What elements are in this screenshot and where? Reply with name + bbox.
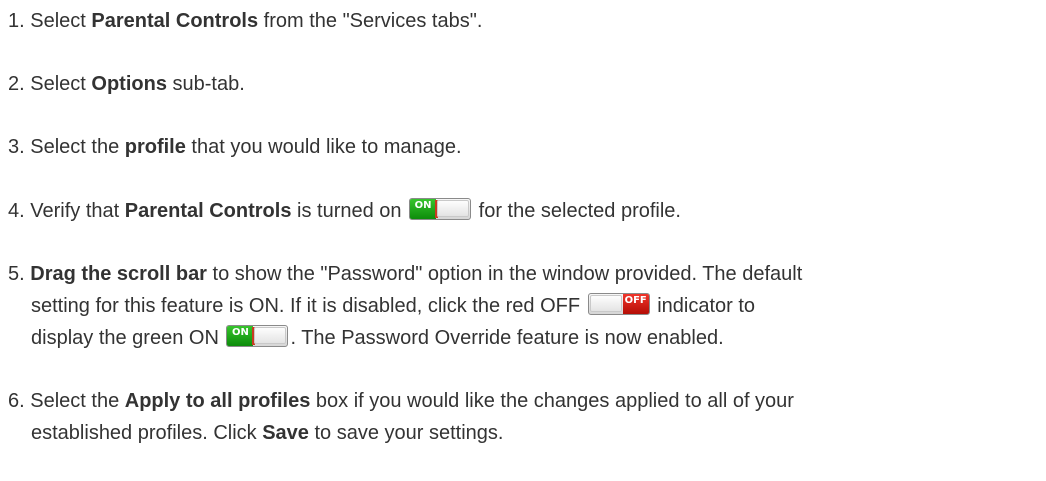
step-1-bold: Parental Controls (91, 10, 259, 32)
step-6: 6. Select the Apply to all profiles box … (8, 385, 794, 417)
toggle-knob (437, 200, 470, 217)
step-4-text-pre: Verify that (24, 200, 125, 222)
step-5-line1: to show the "Password" option in the win… (206, 263, 803, 285)
step-4-text-mid: is turned on (291, 200, 408, 222)
step-2-bold: Options (91, 73, 167, 95)
on-toggle-label: ON (410, 199, 437, 219)
step-5-line-2: setting for this feature is ON. If it is… (31, 290, 755, 322)
step-5-line2-pre: setting for this feature is ON. If it is… (31, 295, 586, 317)
step-2-text-pre: Select (24, 73, 92, 95)
step-2-text-post: sub-tab. (166, 73, 245, 95)
step-1-text-pre: Select (24, 10, 92, 32)
step-5-line3-pre: display the green ON (31, 327, 225, 349)
off-toggle-icon: OFF (587, 293, 650, 315)
on-toggle-icon: ON (409, 198, 472, 220)
step-6-line1: box if you would like the changes applie… (310, 390, 794, 412)
step-5-line-3: display the green ON ON . The Password Ov… (31, 322, 724, 354)
step-5-bold: Drag the scroll bar (30, 263, 207, 285)
toggle-knob (254, 327, 287, 344)
on-toggle-icon: ON (226, 325, 289, 347)
step-1: 1. Select Parental Controls from the "Se… (8, 5, 482, 37)
step-4: 4. Verify that Parental Controls is turn… (8, 195, 681, 227)
step-5: 5. Drag the scroll bar to show the "Pass… (8, 258, 802, 290)
step-3: 3. Select the profile that you would lik… (8, 131, 462, 163)
step-1-number: 1. (8, 10, 25, 32)
step-1-text-post: from the "Services tabs". (258, 10, 483, 32)
step-6-line-2: established profiles. Click Save to save… (31, 417, 503, 449)
on-toggle-label: ON (227, 326, 254, 346)
step-5-line3-post: . The Password Override feature is now e… (290, 327, 724, 349)
step-6-bold-save: Save (262, 422, 309, 444)
step-4-number: 4. (8, 200, 25, 222)
step-2-number: 2. (8, 73, 25, 95)
toggle-knob (589, 295, 622, 312)
step-6-line2-post: to save your settings. (308, 422, 504, 444)
step-3-text-pre: Select the (24, 136, 125, 158)
step-3-number: 3. (8, 136, 25, 158)
step-3-text-post: that you would like to manage. (185, 136, 462, 158)
step-6-number: 6. (8, 390, 25, 412)
step-6-line2-pre: established profiles. Click (31, 422, 263, 444)
step-5-line2-post: indicator to (651, 295, 756, 317)
step-3-bold: profile (124, 136, 186, 158)
step-2: 2. Select Options sub-tab. (8, 68, 245, 100)
off-toggle-label: OFF (622, 294, 649, 314)
step-6-bold: Apply to all profiles (124, 390, 311, 412)
step-5-number: 5. (8, 263, 25, 285)
step-4-bold: Parental Controls (124, 200, 292, 222)
step-6-text-pre: Select the (24, 390, 125, 412)
step-4-text-post: for the selected profile. (473, 200, 681, 222)
